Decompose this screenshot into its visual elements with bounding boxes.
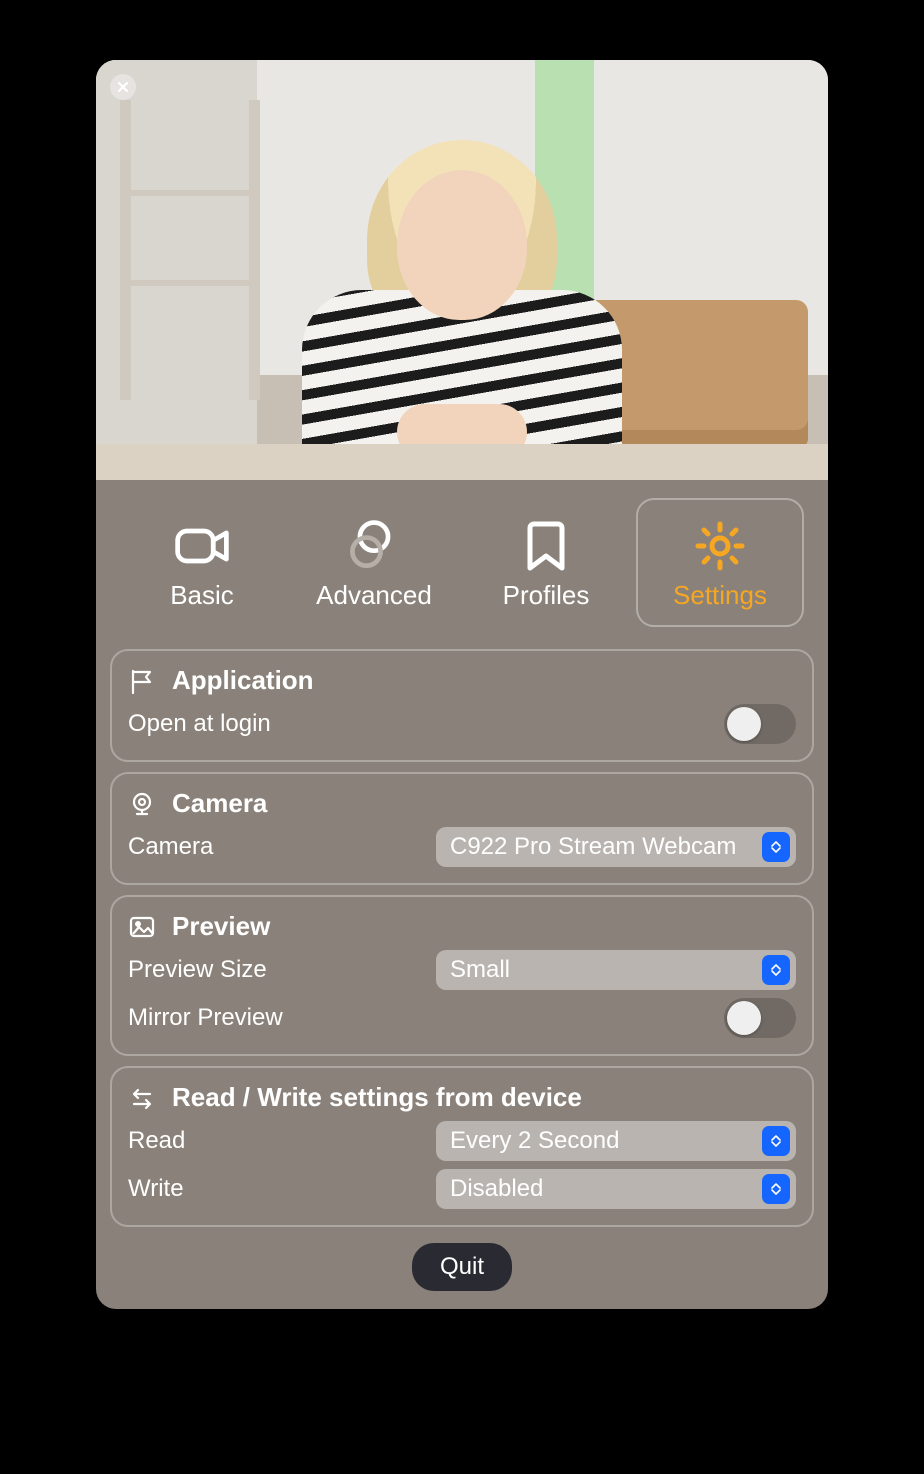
camera-select-value: C922 Pro Stream Webcam (450, 833, 762, 861)
select-stepper-icon (762, 1126, 790, 1156)
transfer-icon (128, 1084, 156, 1112)
tab-advanced-label: Advanced (316, 580, 432, 611)
readwrite-title: Read / Write settings from device (172, 1082, 582, 1113)
close-button[interactable] (110, 74, 136, 100)
preview-size-value: Small (450, 956, 762, 984)
open-at-login-label: Open at login (128, 710, 271, 738)
flag-icon (128, 667, 156, 695)
select-stepper-icon (762, 832, 790, 862)
preview-section: Preview Preview Size Small Mirror Previe… (110, 895, 814, 1056)
write-select-value: Disabled (450, 1175, 762, 1203)
image-icon (128, 913, 156, 941)
close-icon (116, 80, 130, 94)
read-select[interactable]: Every 2 Second (436, 1121, 796, 1161)
camera-title: Camera (172, 788, 267, 819)
mirror-preview-label: Mirror Preview (128, 1004, 283, 1032)
gear-icon (690, 518, 750, 574)
read-select-value: Every 2 Second (450, 1127, 762, 1155)
webcam-icon (128, 790, 156, 818)
camera-label: Camera (128, 833, 213, 861)
application-section: Application Open at login (110, 649, 814, 762)
write-label: Write (128, 1175, 184, 1203)
tab-basic-label: Basic (170, 580, 234, 611)
quit-button[interactable]: Quit (412, 1243, 512, 1291)
tab-settings-label: Settings (673, 580, 767, 611)
open-at-login-toggle[interactable] (724, 704, 796, 744)
tab-settings[interactable]: Settings (636, 498, 804, 627)
write-select[interactable]: Disabled (436, 1169, 796, 1209)
select-stepper-icon (762, 1174, 790, 1204)
preview-title: Preview (172, 911, 270, 942)
tab-profiles[interactable]: Profiles (464, 498, 628, 627)
read-label: Read (128, 1127, 185, 1155)
camera-section: Camera Camera C922 Pro Stream Webcam (110, 772, 814, 885)
tab-profiles-label: Profiles (503, 580, 590, 611)
application-title: Application (172, 665, 314, 696)
camera-icon (172, 518, 232, 574)
tab-advanced[interactable]: Advanced (292, 498, 456, 627)
preview-size-select[interactable]: Small (436, 950, 796, 990)
bookmark-icon (516, 518, 576, 574)
readwrite-section: Read / Write settings from device Read E… (110, 1066, 814, 1227)
mirror-preview-toggle[interactable] (724, 998, 796, 1038)
tab-bar: Basic Advanced Profiles Settings (96, 480, 828, 639)
camera-preview (96, 60, 828, 480)
camera-select[interactable]: C922 Pro Stream Webcam (436, 827, 796, 867)
tab-basic[interactable]: Basic (120, 498, 284, 627)
overlap-icon (344, 518, 404, 574)
settings-window: Basic Advanced Profiles Settings A (96, 60, 828, 1309)
select-stepper-icon (762, 955, 790, 985)
preview-size-label: Preview Size (128, 956, 267, 984)
